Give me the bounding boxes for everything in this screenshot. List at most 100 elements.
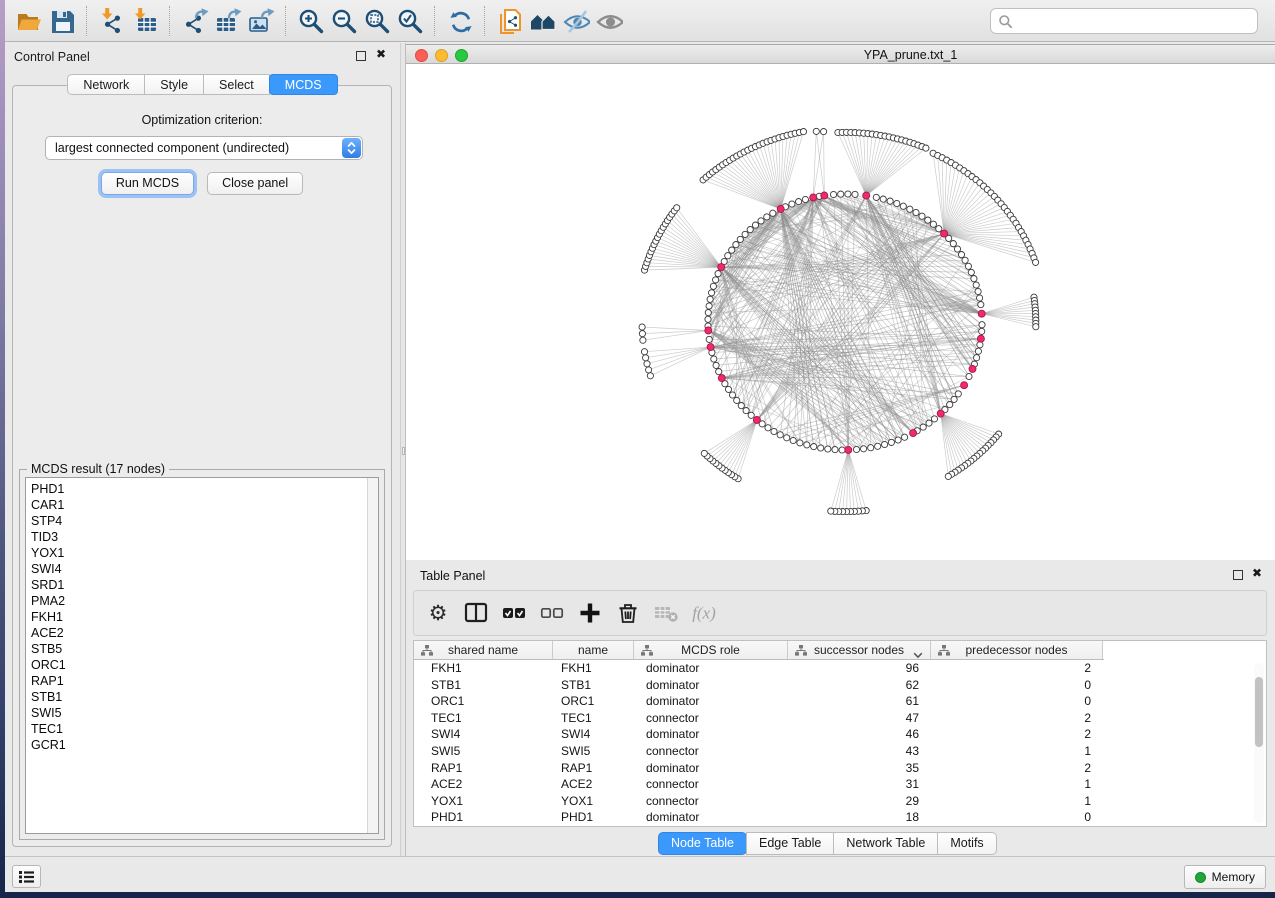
add-column-button[interactable]: [574, 597, 605, 629]
minimize-window-icon[interactable]: [435, 49, 448, 62]
table-row[interactable]: RAP1RAP1dominator352: [414, 760, 1266, 777]
column-header-MCDS-role[interactable]: MCDS role: [634, 641, 788, 659]
mcds-result-item[interactable]: GCR1: [26, 737, 378, 753]
network-graph[interactable]: [406, 64, 1275, 560]
share-document-button[interactable]: [493, 4, 526, 38]
export-table-button[interactable]: [211, 4, 244, 38]
mcds-result-item[interactable]: STB1: [26, 689, 378, 705]
table-panel-tabs: Node TableEdge TableNetwork TableMotifs: [658, 832, 997, 855]
table-scrollbar[interactable]: [1254, 663, 1264, 823]
show-panel-eye-button[interactable]: [592, 4, 625, 38]
mcds-result-item[interactable]: SWI4: [26, 561, 378, 577]
function-builder-button[interactable]: f(x): [688, 597, 719, 629]
optimization-criterion-select[interactable]: largest connected component (undirected): [45, 136, 363, 160]
tab-mcds[interactable]: MCDS: [269, 74, 338, 95]
refresh-view-button[interactable]: [443, 4, 476, 38]
save-session-button[interactable]: [45, 4, 78, 38]
export-image-button[interactable]: [244, 4, 277, 38]
open-file-button[interactable]: [12, 4, 45, 38]
zoom-in-button[interactable]: [294, 4, 327, 38]
close-panel-icon[interactable]: ✖: [376, 47, 386, 61]
mcds-result-item[interactable]: SWI5: [26, 705, 378, 721]
mcds-result-item[interactable]: ORC1: [26, 657, 378, 673]
close-window-icon[interactable]: [415, 49, 428, 62]
column-header-name[interactable]: name: [553, 641, 634, 659]
hide-panel-eye-icon: [562, 7, 590, 35]
close-table-panel-icon[interactable]: ✖: [1252, 566, 1262, 580]
delete-column-button[interactable]: [612, 597, 643, 629]
mcds-result-item[interactable]: TID3: [26, 529, 378, 545]
mcds-result-item[interactable]: FKH1: [26, 609, 378, 625]
search-box[interactable]: [990, 8, 1258, 34]
column-header-successor-nodes[interactable]: successor nodes: [788, 641, 931, 659]
run-mcds-button[interactable]: Run MCDS: [101, 172, 194, 195]
import-network-button[interactable]: [95, 4, 128, 38]
mcds-result-item[interactable]: RAP1: [26, 673, 378, 689]
table-row[interactable]: ACE2ACE2connector311: [414, 776, 1266, 793]
column-header-shared-name[interactable]: shared name: [414, 641, 553, 659]
memory-button[interactable]: Memory: [1184, 865, 1266, 889]
zoom-fit-button[interactable]: [360, 4, 393, 38]
mcds-result-item[interactable]: ACE2: [26, 625, 378, 641]
mcds-result-item[interactable]: YOX1: [26, 545, 378, 561]
cell-MCDS-role: connector: [634, 793, 788, 810]
mcds-tab-content: Optimization criterion: largest connecte…: [12, 85, 392, 847]
mcds-result-list[interactable]: PHD1CAR1STP4TID3YOX1SWI4SRD1PMA2FKH1ACE2…: [25, 477, 379, 834]
tab-style[interactable]: Style: [144, 74, 204, 95]
export-network-button[interactable]: [178, 4, 211, 38]
mcds-list-scrollbar[interactable]: [367, 478, 378, 833]
cell-shared-name: ORC1: [414, 693, 553, 710]
node-table[interactable]: shared namenameMCDS rolesuccessor nodesp…: [413, 640, 1267, 827]
import-table-button[interactable]: [128, 4, 161, 38]
network-window-titlebar[interactable]: YPA_prune.txt_1: [406, 44, 1275, 64]
deselect-all-button[interactable]: [536, 597, 567, 629]
task-history-button[interactable]: [12, 865, 41, 888]
tab-node-table[interactable]: Node Table: [658, 832, 747, 855]
float-table-panel-icon[interactable]: [1233, 570, 1243, 580]
tab-network-table[interactable]: Network Table: [833, 832, 938, 855]
network-view-canvas[interactable]: [406, 64, 1275, 560]
zoom-out-icon: [330, 7, 358, 35]
mcds-result-item[interactable]: TEC1: [26, 721, 378, 737]
table-row[interactable]: SWI5SWI5connector431: [414, 743, 1266, 760]
cytoscape-window: Control Panel ✖ NetworkStyleSelectMCDS O…: [5, 0, 1275, 892]
cell-shared-name: PHD1: [414, 809, 553, 826]
float-panel-icon[interactable]: [356, 51, 366, 61]
table-row[interactable]: TEC1TEC1connector472: [414, 710, 1266, 727]
cell-name: SWI5: [553, 743, 634, 760]
table-settings-button[interactable]: ⚙: [422, 597, 453, 629]
table-panel-titlebar: Table Panel ✖: [406, 562, 1275, 588]
mcds-result-item[interactable]: STB5: [26, 641, 378, 657]
close-panel-button[interactable]: Close panel: [207, 172, 303, 195]
mcds-result-item[interactable]: SRD1: [26, 577, 378, 593]
table-row[interactable]: SWI4SWI4dominator462: [414, 726, 1266, 743]
zoom-selected-button[interactable]: [393, 4, 426, 38]
tab-select[interactable]: Select: [203, 74, 270, 95]
split-panel-button[interactable]: [460, 597, 491, 629]
mcds-result-item[interactable]: CAR1: [26, 497, 378, 513]
search-input[interactable]: [1018, 11, 1257, 31]
table-row[interactable]: ORC1ORC1dominator610: [414, 693, 1266, 710]
select-all-button[interactable]: [498, 597, 529, 629]
delete-table-button[interactable]: [650, 597, 681, 629]
maximize-window-icon[interactable]: [455, 49, 468, 62]
mcds-result-item[interactable]: PHD1: [26, 481, 378, 497]
cell-successor-nodes: 35: [788, 760, 931, 777]
svg-text:f(x): f(x): [692, 604, 716, 623]
tab-motifs[interactable]: Motifs: [937, 832, 996, 855]
mcds-result-item[interactable]: PMA2: [26, 593, 378, 609]
hide-panel-eye-button[interactable]: [559, 4, 592, 38]
table-row[interactable]: PHD1PHD1dominator180: [414, 809, 1266, 826]
tab-edge-table[interactable]: Edge Table: [746, 832, 834, 855]
table-row[interactable]: YOX1YOX1connector291: [414, 793, 1266, 810]
divider-grip[interactable]: [402, 447, 405, 455]
column-header-predecessor-nodes[interactable]: predecessor nodes: [931, 641, 1103, 659]
networks-home-button[interactable]: [526, 4, 559, 38]
table-scrollbar-thumb[interactable]: [1255, 677, 1263, 747]
cell-successor-nodes: 43: [788, 743, 931, 760]
zoom-out-button[interactable]: [327, 4, 360, 38]
mcds-result-item[interactable]: STP4: [26, 513, 378, 529]
tab-network[interactable]: Network: [67, 74, 145, 95]
table-row[interactable]: STB1STB1dominator620: [414, 677, 1266, 694]
table-row[interactable]: FKH1FKH1dominator962: [414, 660, 1266, 677]
